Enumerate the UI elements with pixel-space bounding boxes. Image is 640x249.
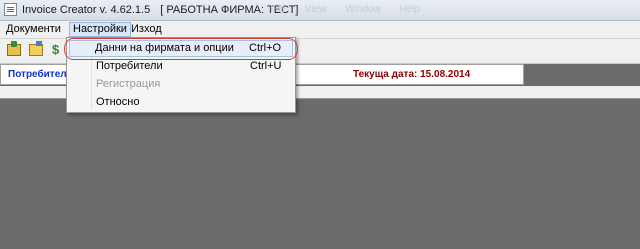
dollar-icon[interactable]: $ [52,42,62,57]
menu-documents[interactable]: Документи [3,22,64,37]
ghost-menu-item: File [270,4,287,15]
menu-item-label: Данни на фирмата и опции [95,42,234,54]
users-label: Потребители [8,69,73,80]
settings-dropdown-menu: Данни на фирмата и опции Ctrl+O Потребит… [66,37,296,113]
ghost-menu-item: Help [399,4,421,15]
menu-item-company-data[interactable]: Данни на фирмата и опции Ctrl+O [69,40,293,57]
menu-item-users[interactable]: Потребители Ctrl+U [69,58,293,75]
menu-item-label: Потребители [96,60,163,72]
window-title: Invoice Creator v. 4.62.1.5[ РАБОТНА ФИР… [22,4,298,16]
app-icon [4,3,17,16]
menu-item-shortcut: Ctrl+U [250,60,282,72]
ghost-menu-item: View [304,4,327,15]
menu-exit[interactable]: Изход [128,22,165,37]
menu-item-registration: Регистрация [69,76,293,93]
folder-icon[interactable] [29,41,43,56]
title-bar[interactable]: Invoice Creator v. 4.62.1.5[ РАБОТНА ФИР… [0,0,640,21]
ghost-menu-item: Window [345,4,381,15]
menu-settings[interactable]: Настройки [69,22,131,37]
open-document-icon[interactable] [7,41,21,56]
menu-item-label: Относно [96,96,140,108]
menu-item-about[interactable]: Относно [69,94,293,111]
current-date-label: Текуща дата: 15.08.2014 [353,69,471,80]
background-ghost-menu: File View Window Help [270,4,436,15]
app-title: Invoice Creator v. 4.62.1.5 [22,4,151,16]
menu-item-shortcut: Ctrl+O [249,42,282,54]
menu-item-label: Регистрация [96,78,161,90]
